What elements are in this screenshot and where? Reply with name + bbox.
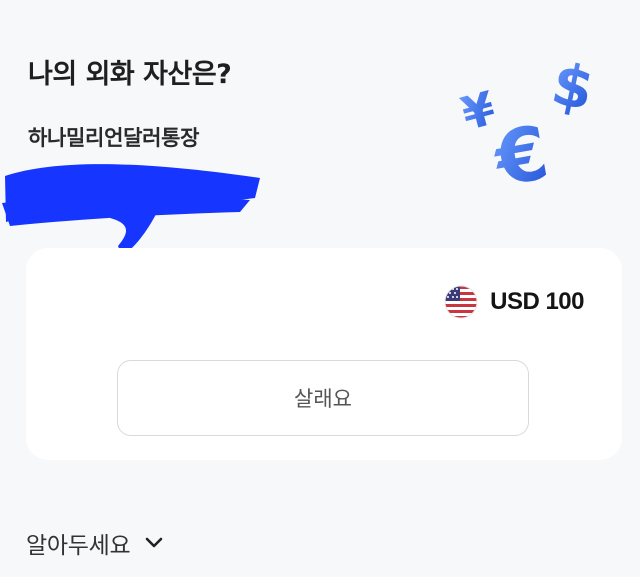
svg-text:€: € (487, 110, 555, 190)
chevron-down-icon (146, 537, 163, 548)
currency-symbols-icon: ¥ $ € (456, 55, 600, 190)
currency-balance: USD 100 (444, 285, 584, 319)
page-title: 나의 외화 자산은? (28, 59, 232, 90)
redaction-scribble (2, 164, 260, 256)
balance-amount: USD 100 (490, 288, 584, 315)
notice-label: 알아두세요 (26, 533, 131, 559)
us-flag-icon (444, 285, 478, 319)
notice-toggle[interactable]: 알아두세요 (26, 526, 164, 560)
svg-text:$: $ (546, 55, 600, 124)
buy-button[interactable]: 살래요 (117, 360, 529, 436)
fx-asset-card: USD 100 살래요 (26, 248, 622, 460)
